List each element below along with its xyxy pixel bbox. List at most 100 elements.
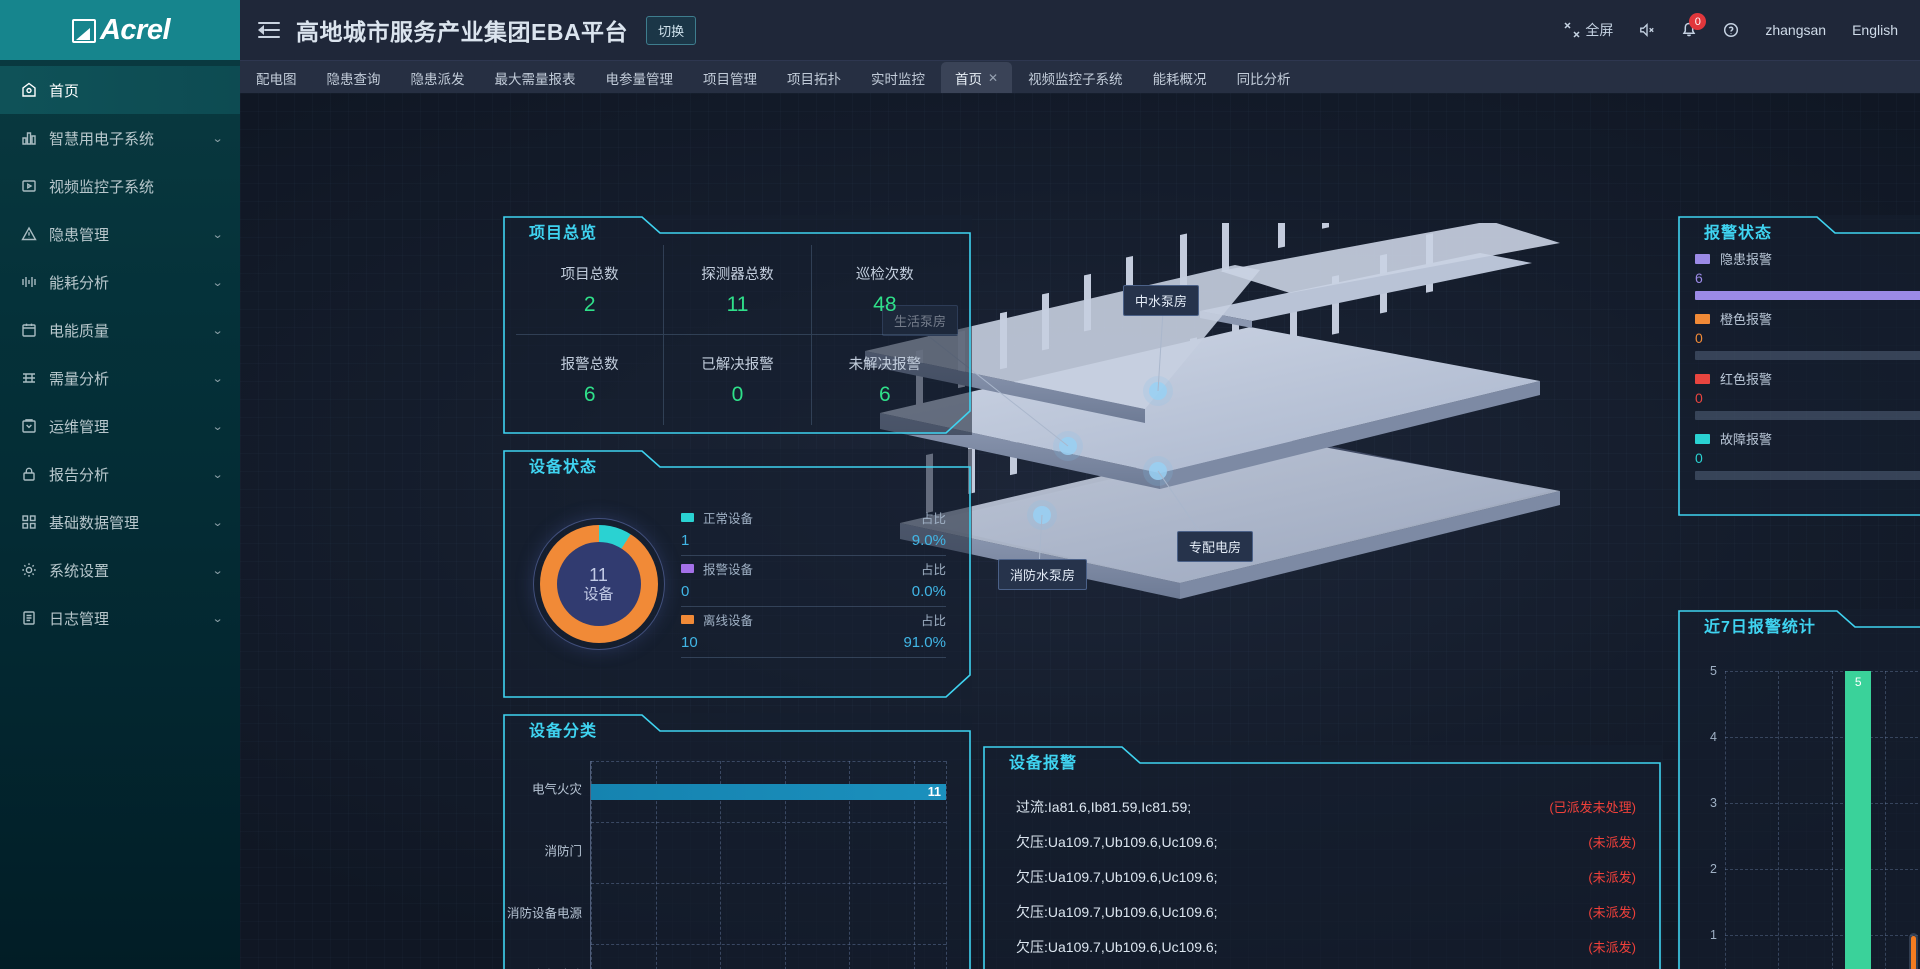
overview-cell-label: 项目总数: [561, 263, 619, 284]
help-button[interactable]: [1723, 22, 1739, 38]
alarm-list-item[interactable]: 过流:Ia81.6,Ib81.59,Ic81.59;(已派发未处理): [992, 789, 1652, 824]
chart-gridline: [1725, 803, 1920, 804]
chart-gridline: [591, 944, 946, 945]
close-icon[interactable]: ✕: [988, 71, 998, 85]
switch-button[interactable]: 切换: [646, 16, 696, 45]
alarm-list-item[interactable]: 欠压:Ua109.7,Ub109.6,Uc109.6;(未派发): [992, 894, 1652, 929]
donut-center-label: 设备: [583, 586, 613, 603]
chevron-down-icon: ⌄: [212, 564, 224, 577]
sidebar-item-8[interactable]: 报告分析⌄: [0, 450, 240, 498]
brand-logo[interactable]: Acrel: [0, 0, 240, 60]
chart-gridline: [1725, 935, 1920, 936]
tab-label: 视频监控子系统: [1028, 68, 1123, 88]
sidebar-item-9[interactable]: 基础数据管理⌄: [0, 498, 240, 546]
chart-bar[interactable]: 5: [1845, 671, 1871, 969]
dashboard-main: 生活泵房中水泵房消防水泵房专配电房 项目总览 项目总数2探测器总数11巡检次数4…: [240, 93, 1920, 969]
building-label-3[interactable]: 专配电房: [1177, 531, 1253, 562]
sidebar-item-1[interactable]: 智慧用电子系统⌄: [0, 114, 240, 162]
overview-cell-value: 6: [879, 383, 891, 407]
legend-pct: 91.0%: [903, 634, 946, 651]
legend-name: 正常设备: [703, 508, 753, 527]
legend-swatch: [681, 564, 694, 573]
mute-icon: [1639, 22, 1655, 38]
mute-button[interactable]: [1639, 22, 1655, 38]
lock-icon: [20, 465, 38, 483]
sidebar-item-4[interactable]: 能耗分析⌄: [0, 258, 240, 306]
sidebar-item-0[interactable]: 首页: [0, 66, 240, 114]
tab-0[interactable]: 配电图: [242, 62, 311, 93]
device-classify-chart[interactable]: 电气火灾消防门消防设备电源应急疏散11024681011: [512, 757, 952, 969]
legend-swatch: [1695, 434, 1710, 444]
sidebar-item-label: 能耗分析: [49, 272, 213, 293]
alarm-list-item[interactable]: 欠压:Ua109.7,Ub109.6,Uc109.6;(未派发): [992, 964, 1652, 969]
tab-7[interactable]: 实时监控: [857, 62, 939, 93]
app-header: 高地城市服务产业集团EBA平台 切换 全屏: [240, 0, 1920, 60]
tab-10[interactable]: 能耗概况: [1139, 62, 1221, 93]
legend-count: 1: [681, 532, 689, 549]
sidebar-item-7[interactable]: 运维管理⌄: [0, 402, 240, 450]
chart-bar[interactable]: 11: [591, 784, 946, 800]
sidebar-item-11[interactable]: 日志管理⌄: [0, 594, 240, 642]
fullscreen-icon: [1564, 22, 1580, 38]
overview-cell-value: 11: [727, 293, 749, 317]
tab-11[interactable]: 同比分析: [1223, 62, 1305, 93]
sidebar: Acrel 首页智慧用电子系统⌄视频监控子系统隐患管理⌄能耗分析⌄电能质量⌄需量…: [0, 0, 240, 969]
legend-swatch: [681, 615, 694, 624]
device-status-donut[interactable]: 11 设备: [516, 518, 681, 650]
tab-6[interactable]: 项目拓扑: [773, 62, 855, 93]
donut-center-value: 11: [589, 565, 608, 586]
device-status-legend-row: 报警设备占比00.0%: [681, 559, 946, 607]
tab-label: 同比分析: [1237, 68, 1291, 88]
tab-8[interactable]: 首页 ✕: [941, 62, 1012, 93]
chart-category-label: 消防设备电源: [507, 903, 582, 922]
tab-label: 首页: [955, 68, 982, 88]
sidebar-item-5[interactable]: 电能质量⌄: [0, 306, 240, 354]
sidebar-item-10[interactable]: 系统设置⌄: [0, 546, 240, 594]
tab-bar: 配电图隐患查询隐患派发最大需量报表电参量管理项目管理项目拓扑实时监控首页 ✕ 视频监…: [240, 60, 1920, 93]
tab-label: 隐患查询: [327, 68, 381, 88]
sidebar-item-label: 系统设置: [49, 560, 213, 581]
ratio-label: 占比: [921, 610, 946, 629]
tab-3[interactable]: 最大需量报表: [481, 62, 590, 93]
chart-y-tick: 4: [1710, 730, 1717, 744]
chevron-down-icon: ⌄: [212, 516, 224, 529]
overview-cell-label: 巡检次数: [856, 263, 914, 284]
sidebar-item-label: 运维管理: [49, 416, 213, 437]
sidebar-item-2[interactable]: 视频监控子系统: [0, 162, 240, 210]
device-status-panel: 设备状态 11 设备: [502, 449, 972, 699]
overview-cell-1: 探测器总数11: [663, 245, 810, 334]
tab-label: 电参量管理: [606, 68, 674, 88]
alarm-list-item[interactable]: 欠压:Ua109.7,Ub109.6,Uc109.6;(未派发): [992, 929, 1652, 964]
sidebar-item-label: 需量分析: [49, 368, 213, 389]
tab-5[interactable]: 项目管理: [689, 62, 771, 93]
help-icon: [1723, 22, 1739, 38]
alarm-list-item[interactable]: 欠压:Ua109.7,Ub109.6,Uc109.6;(未派发): [992, 824, 1652, 859]
building-label-2[interactable]: 消防水泵房: [998, 559, 1087, 590]
tab-4[interactable]: 电参量管理: [592, 62, 688, 93]
notifications-button[interactable]: 0: [1681, 22, 1697, 38]
seven-day-chart[interactable]: 04-2204-2304-2404-2504-2604-2704-2801234…: [1691, 661, 1920, 969]
tab-1[interactable]: 隐患查询: [313, 62, 395, 93]
user-name[interactable]: zhangsan: [1765, 22, 1826, 38]
chart-gridline: [1725, 671, 1726, 969]
tab-9[interactable]: 视频监控子系统: [1014, 62, 1137, 93]
fullscreen-button[interactable]: 全屏: [1564, 20, 1613, 40]
alarm-status-badge: (已派发未处理): [1549, 797, 1636, 816]
vertical-scrollbar[interactable]: [1909, 933, 1918, 969]
legend-count: 10: [681, 634, 698, 651]
chart-gridline: [1832, 671, 1833, 969]
language-switcher[interactable]: English: [1852, 22, 1898, 38]
legend-pct: 9.0%: [912, 532, 946, 549]
sidebar-item-3[interactable]: 隐患管理⌄: [0, 210, 240, 258]
alarm-list-item[interactable]: 欠压:Ua109.7,Ub109.6,Uc109.6;(未派发): [992, 859, 1652, 894]
chart-category-label: 电气火灾: [532, 779, 582, 798]
alarm-status-badge: (未派发): [1588, 902, 1636, 921]
alarm-progress-bar: [1695, 411, 1920, 420]
building-label-1[interactable]: 中水泵房: [1123, 285, 1199, 316]
hamburger-icon[interactable]: [258, 21, 280, 39]
alarm-status-row: 橙色报警占比00.0%: [1695, 309, 1920, 360]
tab-2[interactable]: 隐患派发: [397, 62, 479, 93]
sidebar-item-label: 报告分析: [49, 464, 213, 485]
sidebar-item-6[interactable]: 需量分析⌄: [0, 354, 240, 402]
fullscreen-label: 全屏: [1585, 20, 1613, 40]
